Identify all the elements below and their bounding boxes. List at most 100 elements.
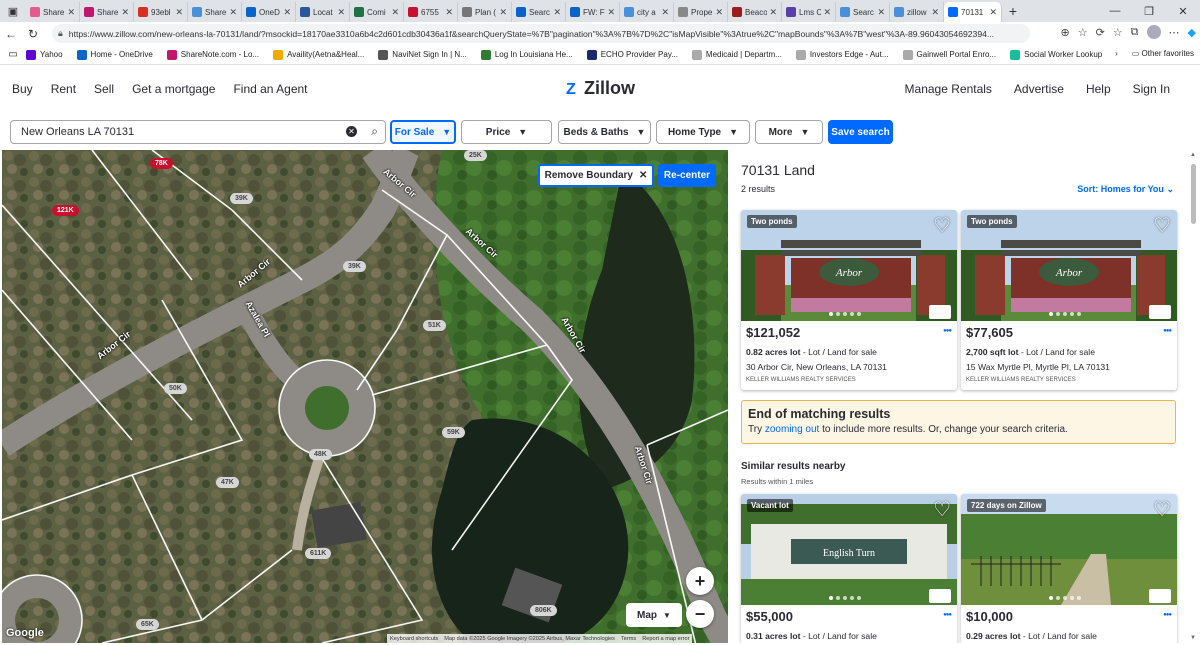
nav-link[interactable]: Find an Agent xyxy=(233,82,307,96)
reading-list-icon[interactable]: ▭ xyxy=(0,49,26,60)
nav-link[interactable]: Manage Rentals xyxy=(905,82,992,96)
carousel-dot[interactable] xyxy=(857,596,861,600)
browser-tab[interactable]: Share ✕ xyxy=(188,2,242,22)
scrollbar-thumb[interactable] xyxy=(1191,164,1196,224)
other-favorites[interactable]: ▭ Other favorites xyxy=(1132,49,1194,58)
browser-tab[interactable]: Comi ✕ xyxy=(350,2,404,22)
price-marker[interactable]: 48K xyxy=(309,449,332,460)
nav-link[interactable]: Rent xyxy=(51,82,76,96)
search-icon[interactable]: ⌕ xyxy=(371,124,378,139)
bookmark-item[interactable]: NaviNet Sign In | N... xyxy=(378,49,467,60)
favorites-icon[interactable]: ☆ xyxy=(1113,26,1123,39)
listing-photo-area[interactable]: English Turn Vacant lot ♡ xyxy=(741,494,957,605)
close-tab-icon[interactable]: ✕ xyxy=(499,7,507,18)
zoom-out-button[interactable]: − xyxy=(686,600,714,628)
bookmark-item[interactable]: Investors Edge - Aut... xyxy=(795,49,889,60)
browser-tab[interactable]: Share ✕ xyxy=(80,2,134,22)
photo-carousel-dots[interactable] xyxy=(829,312,861,316)
zillow-logo[interactable]: Z Zillow xyxy=(566,78,635,99)
heart-icon[interactable]: ♡ xyxy=(1153,213,1171,238)
results-scrollbar[interactable]: ▲ ▼ xyxy=(1188,150,1200,643)
back-icon[interactable]: ← xyxy=(0,27,22,41)
carousel-dot[interactable] xyxy=(1049,312,1053,316)
home-type-filter[interactable]: Home Type ▼ xyxy=(656,120,750,144)
browser-tab[interactable]: Searc ✕ xyxy=(512,2,566,22)
photo-carousel-dots[interactable] xyxy=(829,596,861,600)
close-tab-icon[interactable]: ✕ xyxy=(607,7,615,18)
price-marker[interactable]: 50K xyxy=(164,383,187,394)
carousel-dot[interactable] xyxy=(1063,596,1067,600)
price-marker[interactable]: 51K xyxy=(423,320,446,331)
bookmark-item[interactable]: Availity(Aetna&Heal... xyxy=(273,49,364,60)
close-tab-icon[interactable]: ✕ xyxy=(445,7,453,18)
price-marker[interactable]: 78K xyxy=(150,158,173,169)
carousel-dot[interactable] xyxy=(1077,596,1081,600)
collections-icon[interactable]: ⧉ xyxy=(1131,26,1139,39)
carousel-dot[interactable] xyxy=(829,312,833,316)
browser-tab[interactable]: Prope ✕ xyxy=(674,2,728,22)
zoom-in-button[interactable]: + xyxy=(686,567,714,595)
price-marker[interactable]: 59K xyxy=(442,427,465,438)
price-marker[interactable]: 39K xyxy=(230,193,253,204)
price-marker[interactable]: 611K xyxy=(305,548,332,559)
close-tab-icon[interactable]: ✕ xyxy=(769,7,777,18)
close-tab-icon[interactable]: ✕ xyxy=(715,7,723,18)
carousel-dot[interactable] xyxy=(1056,596,1060,600)
more-filter[interactable]: More ▼ xyxy=(755,120,823,144)
carousel-dot[interactable] xyxy=(843,596,847,600)
carousel-dot[interactable] xyxy=(850,312,854,316)
bookmark-item[interactable]: ECHO Provider Pay... xyxy=(586,49,678,60)
nav-link[interactable]: Get a mortgage xyxy=(132,82,215,96)
browser-tab[interactable]: 6755 ✕ xyxy=(404,2,458,22)
heart-icon[interactable]: ♡ xyxy=(933,213,951,238)
carousel-dot[interactable] xyxy=(829,596,833,600)
carousel-dot[interactable] xyxy=(1070,312,1074,316)
close-tab-icon[interactable]: ✕ xyxy=(121,7,129,18)
bookmark-item[interactable]: Social Worker Lookup xyxy=(1010,49,1102,60)
bookmark-item[interactable]: Log In Louisiana He... xyxy=(480,49,573,60)
browser-tab[interactable]: FW: F ✕ xyxy=(566,2,620,22)
close-tab-icon[interactable]: ✕ xyxy=(391,7,399,18)
scroll-down-icon[interactable]: ▼ xyxy=(1190,635,1196,641)
location-search-input[interactable]: New Orleans LA 70131 ✕ ⌕ xyxy=(10,120,386,144)
listing-photo-area[interactable]: Arbor Two ponds ♡ xyxy=(961,210,1177,321)
scroll-up-icon[interactable]: ▲ xyxy=(1190,152,1196,158)
listing-address[interactable]: 15 Wax Myrtle Pl, Myrtle Pl, LA 70131 xyxy=(966,362,1110,372)
close-tab-icon[interactable]: ✕ xyxy=(931,7,939,18)
listing-card[interactable]: 722 days on Zillow ♡ $10,000 ●●● 0.29 acres … xyxy=(961,494,1177,643)
browser-tab[interactable]: Share ✕ xyxy=(26,2,80,22)
recenter-button[interactable]: Re-center xyxy=(658,164,716,187)
close-tab-icon[interactable]: ✕ xyxy=(175,7,183,18)
price-filter[interactable]: Price ▼ xyxy=(461,120,552,144)
carousel-dot[interactable] xyxy=(1063,312,1067,316)
price-marker[interactable]: 47K xyxy=(216,477,239,488)
price-marker[interactable]: 806K xyxy=(530,605,557,616)
carousel-dot[interactable] xyxy=(836,312,840,316)
browser-tab[interactable]: Beaco ✕ xyxy=(728,2,782,22)
nav-link[interactable]: Buy xyxy=(12,82,33,96)
more-options-icon[interactable]: ●●● xyxy=(1163,328,1172,334)
refresh-page-icon[interactable]: ⟳ xyxy=(1096,26,1105,39)
copilot-icon[interactable]: ◆ xyxy=(1188,26,1196,39)
bookmark-item[interactable]: ShareNote.com - Lo... xyxy=(166,49,259,60)
browser-tab[interactable]: zillow ✕ xyxy=(890,2,944,22)
price-marker[interactable]: 65K xyxy=(136,619,159,630)
close-window-icon[interactable]: ✕ xyxy=(1166,5,1200,18)
more-options-icon[interactable]: ●●● xyxy=(1163,612,1172,618)
nav-link[interactable]: Help xyxy=(1086,82,1111,96)
heart-icon[interactable]: ♡ xyxy=(933,497,951,522)
listing-card[interactable]: Arbor Two ponds ♡ $77,605 ●●● 2,700 sqft lot … xyxy=(961,210,1177,390)
price-marker[interactable]: 121K xyxy=(52,205,79,216)
carousel-dot[interactable] xyxy=(1056,312,1060,316)
clear-search-icon[interactable]: ✕ xyxy=(346,126,357,137)
browser-tab[interactable]: Lms C ✕ xyxy=(782,2,836,22)
carousel-dot[interactable] xyxy=(857,312,861,316)
url-field[interactable]: 🔒︎ https://www.zillow.com/new-orleans-la… xyxy=(52,24,1030,43)
close-tab-icon[interactable]: ✕ xyxy=(283,7,291,18)
beds-baths-filter[interactable]: Beds & Baths ▼ xyxy=(558,120,651,144)
nav-link[interactable]: Sell xyxy=(94,82,114,96)
new-tab-button[interactable]: + xyxy=(1002,3,1024,19)
map-type-button[interactable]: Map ▼ xyxy=(626,603,682,627)
browser-tab[interactable]: Plan (✕ xyxy=(458,2,512,22)
close-tab-icon[interactable]: ✕ xyxy=(823,7,831,18)
